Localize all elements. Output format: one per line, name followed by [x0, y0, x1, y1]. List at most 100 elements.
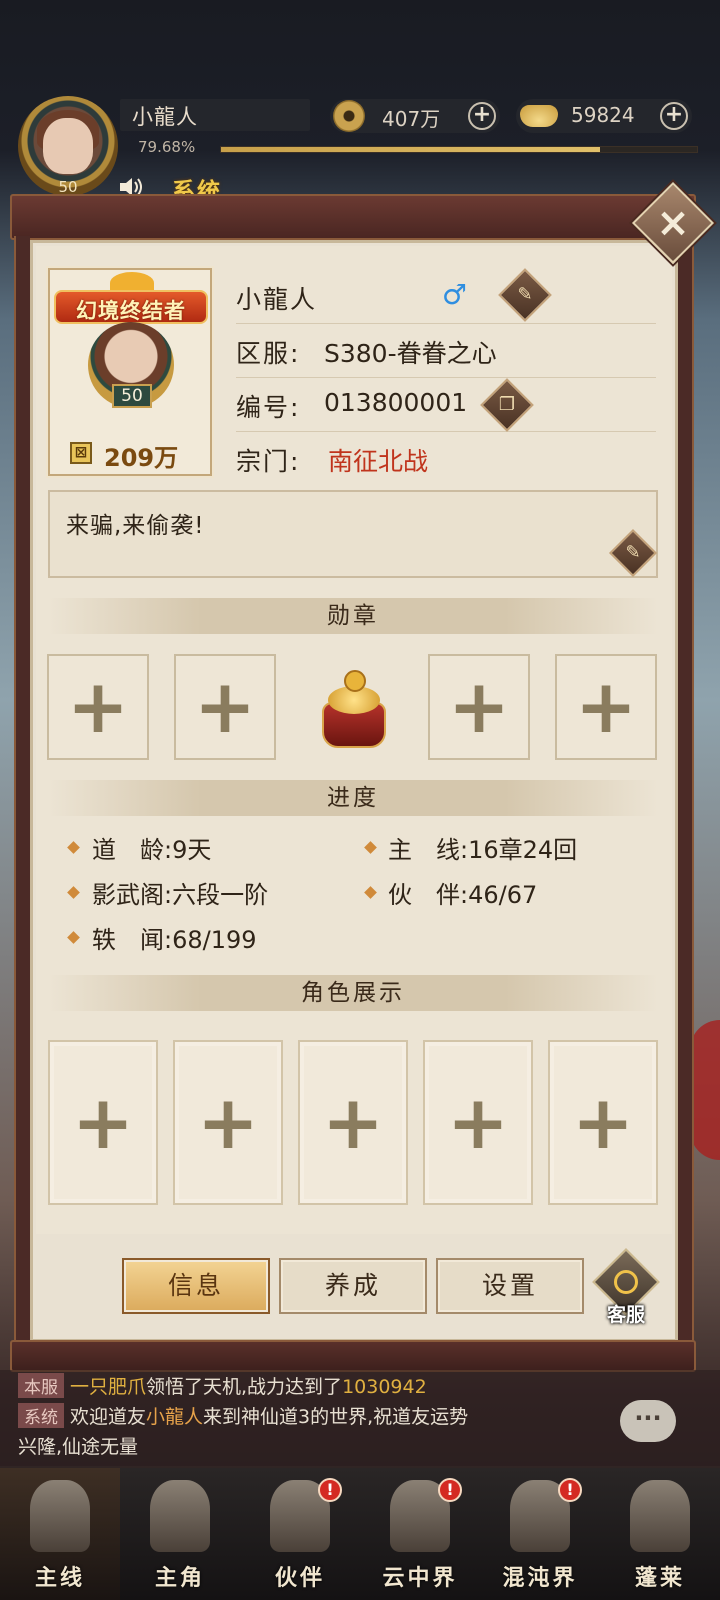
background-flower — [690, 1020, 720, 1160]
add-coins-button[interactable]: + — [468, 102, 496, 130]
gold-ingot-icon — [520, 105, 558, 127]
chat-feed[interactable]: 本服 一只肥爪领悟了天机,战力达到了1030942 系统 欢迎道友小龍人来到神仙道3… — [0, 1370, 720, 1466]
male-gender-icon: ♂ — [442, 278, 468, 311]
nav-penglai[interactable]: 蓬莱 — [600, 1468, 720, 1600]
nav-label: 伙伴 — [274, 1566, 325, 1591]
nav-partners[interactable]: ! 伙伴 — [240, 1468, 360, 1600]
notification-badge: ! — [318, 1478, 342, 1502]
dao-age-label: 道 龄: — [92, 836, 173, 864]
medal-slot[interactable]: + — [174, 654, 276, 760]
brush-icon: ✎ — [625, 542, 641, 563]
avatar-face — [43, 118, 93, 174]
medal-slot[interactable]: + — [555, 654, 657, 760]
anecdotes: 轶 闻:68/199 — [92, 920, 257, 955]
nav-main-story[interactable]: 主线 — [0, 1468, 120, 1600]
anecdotes-value: 68/199 — [172, 926, 257, 954]
nav-label: 主线 — [34, 1566, 85, 1591]
shadow-pavilion: 影武阁:六段一阶 — [92, 875, 268, 910]
hero-portrait-icon — [150, 1480, 210, 1552]
add-icon: + — [193, 664, 257, 750]
profile-name: 小龍人 — [236, 285, 318, 314]
exp-bar-fill — [221, 147, 601, 152]
dialog-frame-left — [14, 236, 30, 1344]
edit-signature-button[interactable]: ✎ — [608, 528, 658, 578]
chat-button[interactable]: ··· — [620, 1400, 676, 1442]
nav-hero[interactable]: 主角 — [120, 1468, 240, 1600]
main-line-value: 16章24回 — [468, 836, 578, 864]
chat-channel-tag: 本服 — [18, 1373, 64, 1398]
main-line: 主 线:16章24回 — [388, 830, 577, 865]
id-label: 编号: — [236, 393, 301, 422]
chat-player[interactable]: 小龍人 — [146, 1406, 203, 1428]
bottom-nav: 主线 主角 ! 伙伴 ! 云中界 ! 混沌界 蓬莱 — [0, 1468, 720, 1600]
signature-box: 来骗,来偷袭! ✎ — [48, 490, 658, 578]
player-title: 幻境终结者 — [76, 299, 186, 323]
chat-text: 领悟了天机,战力达到了 — [146, 1376, 343, 1398]
add-icon: + — [447, 664, 511, 750]
chat-bubble-icon: ··· — [634, 1404, 662, 1432]
add-icon: + — [196, 1079, 260, 1166]
progress-section-title: 进度 — [48, 780, 658, 816]
nav-label: 主角 — [154, 1566, 205, 1591]
showcase-slot[interactable]: + — [298, 1040, 408, 1205]
name-row: 小龍人 ♂ ✎ — [236, 268, 656, 324]
player-name: 小龍人 — [132, 105, 198, 129]
nav-label: 蓬莱 — [634, 1566, 685, 1591]
chat-message-continued: 兴隆,仙途无量 — [18, 1436, 139, 1458]
showcase-slot[interactable]: + — [423, 1040, 533, 1205]
chat-player[interactable]: 一只肥爪 — [70, 1376, 146, 1398]
profile-card[interactable]: 幻境终结者 50 ⊠ 209万 — [48, 268, 212, 476]
exp-bar — [220, 146, 698, 153]
copy-id-button[interactable]: ❐ — [480, 378, 534, 432]
tab-info[interactable]: 信息 — [122, 1258, 270, 1314]
sect-row: 宗门: 南征北战 — [236, 430, 656, 486]
showcase-section-title: 角色展示 — [48, 975, 658, 1011]
treasure-bowl-icon[interactable] — [316, 668, 392, 752]
card-level: 50 — [112, 384, 152, 408]
showcase-slot[interactable]: + — [48, 1040, 158, 1205]
server-row: 区服: S380-眷眷之心 — [236, 322, 656, 378]
notification-badge: ! — [438, 1478, 462, 1502]
sage-icon — [630, 1480, 690, 1552]
shadow-pavilion-label: 影武阁: — [92, 881, 173, 909]
crossed-swords-icon — [30, 1480, 90, 1552]
chat-message: 本服 一只肥爪领悟了天机,战力达到了1030942 — [18, 1372, 427, 1399]
sect-label: 宗门: — [236, 447, 301, 476]
sect-value[interactable]: 南征北战 — [328, 442, 428, 478]
chat-channel-tag: 系统 — [18, 1403, 64, 1428]
chat-message: 系统 欢迎道友小龍人来到神仙道3的世界,祝道友运势 — [18, 1402, 468, 1429]
tab-cultivate[interactable]: 养成 — [279, 1258, 427, 1314]
nav-cloud-realm[interactable]: ! 云中界 — [360, 1468, 480, 1600]
add-icon: + — [574, 664, 638, 750]
title-plate: 幻境终结者 — [54, 290, 208, 324]
ingots-counter: 59824 + — [516, 99, 692, 133]
add-icon: + — [446, 1079, 510, 1166]
server-value: S380-眷眷之心 — [324, 339, 497, 368]
battle-power: 209万 — [104, 444, 179, 472]
id-value: 013800001 — [324, 388, 468, 417]
chat-text: 欢迎道友 — [70, 1406, 147, 1428]
tab-settings[interactable]: 设置 — [436, 1258, 584, 1314]
anecdotes-label: 轶 闻: — [92, 926, 173, 954]
medals-section-title: 勋章 — [48, 598, 658, 634]
player-avatar[interactable]: 50 — [10, 96, 128, 200]
add-ingots-button[interactable]: + — [660, 102, 688, 130]
headset-icon — [614, 1270, 638, 1294]
chat-text: 来到神仙道3的世界,祝道友运势 — [203, 1406, 469, 1428]
medal-slot[interactable]: + — [428, 654, 530, 760]
showcase-slot[interactable]: + — [548, 1040, 658, 1205]
dao-age: 道 龄:9天 — [92, 830, 211, 865]
medal-slot[interactable]: + — [47, 654, 149, 760]
dialog-frame-right — [678, 236, 694, 1344]
nav-label: 云中界 — [382, 1566, 458, 1591]
ingots-value: 59824 — [571, 103, 635, 127]
edit-name-button[interactable]: ✎ — [498, 268, 552, 322]
coins-value: 407万 — [382, 107, 441, 131]
add-icon: + — [321, 1079, 385, 1166]
customer-service-button[interactable]: 客服 — [592, 1248, 660, 1328]
nav-chaos-realm[interactable]: ! 混沌界 — [480, 1468, 600, 1600]
dialog-frame-top — [10, 194, 696, 240]
showcase-slot[interactable]: + — [173, 1040, 283, 1205]
server-label: 区服: — [236, 339, 301, 368]
chat-number: 1030942 — [342, 1376, 427, 1398]
